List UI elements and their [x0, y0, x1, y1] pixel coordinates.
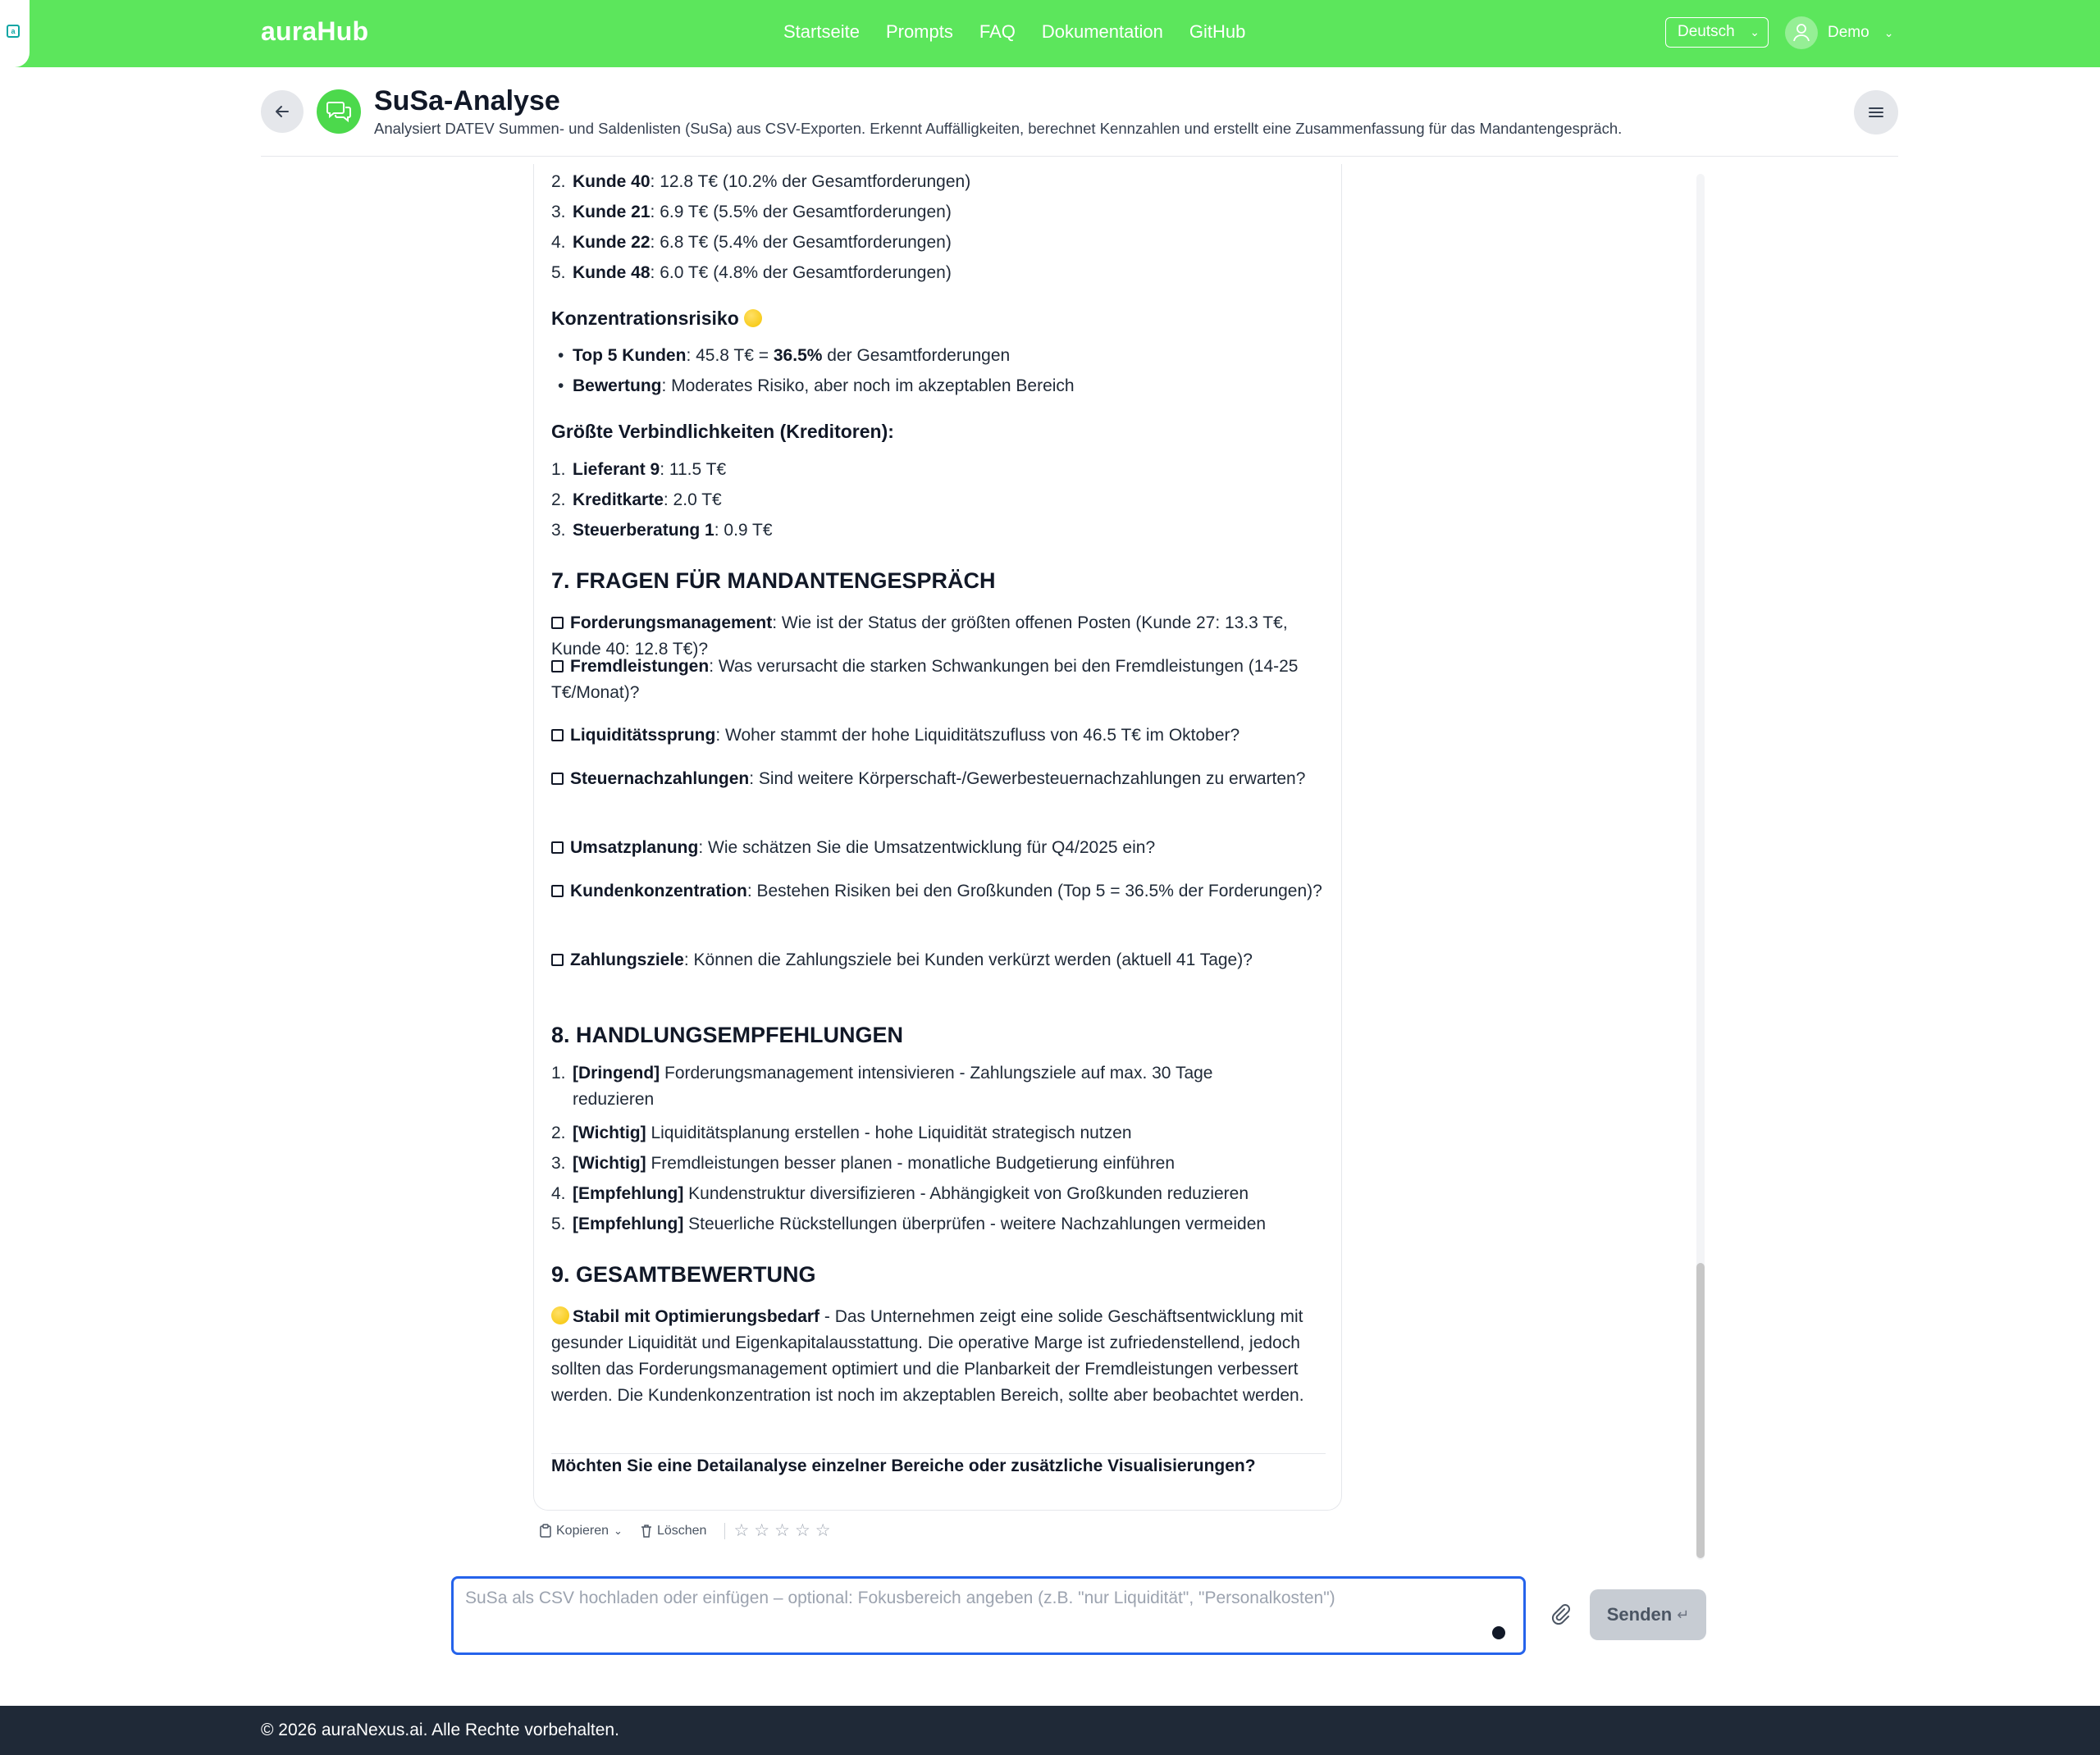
language-value: Deutsch [1678, 23, 1735, 40]
question-item: Liquiditätssprung: Woher stammt der hohe… [551, 723, 1326, 749]
nav-link-faq[interactable]: FAQ [979, 21, 1016, 43]
assistant-message: 2. Kunde 40: 12.8 T€ (10.2% der Gesamtfor… [533, 164, 1342, 1511]
list-item: 2. [Wichtig] Liquiditätsplanung erstellen… [551, 1124, 1132, 1142]
yellow-circle-icon [551, 1306, 569, 1324]
checkbox-icon [551, 617, 564, 629]
question-item: Kundenkonzentration: Bestehen Risiken be… [551, 878, 1326, 905]
send-label: Senden [1606, 1604, 1673, 1625]
star-icon[interactable]: ☆ [733, 1520, 749, 1541]
message-composer [451, 1576, 1526, 1655]
message-actions: Kopieren ⌄ Löschen ☆ ☆ ☆ ☆ ☆ [540, 1520, 831, 1541]
chat-app-icon [317, 89, 361, 134]
nav-link-prompts[interactable]: Prompts [886, 21, 953, 43]
paperclip-icon[interactable] [1549, 1602, 1573, 1627]
list-item: 3. Steuerberatung 1: 0.9 T€ [551, 521, 773, 540]
list-item: 5. Kunde 48: 6.0 T€ (4.8% der Gesamtforde… [551, 263, 952, 282]
nav-link-dokumentation[interactable]: Dokumentation [1042, 21, 1163, 43]
section-heading: 7. FRAGEN FÜR MANDANTENGESPRÄCH [551, 568, 996, 593]
nav-link-startseite[interactable]: Startseite [783, 21, 860, 43]
app-favicon-icon: a [7, 25, 20, 38]
list-item: 4. Kunde 22: 6.8 T€ (5.4% der Gesamtforde… [551, 233, 952, 252]
star-icon[interactable]: ☆ [795, 1520, 810, 1541]
avatar [1785, 16, 1818, 49]
list-item: 2. Kreditkarte: 2.0 T€ [551, 490, 722, 509]
checkbox-icon [551, 841, 564, 854]
yellow-circle-icon [744, 309, 763, 327]
chat-scrollbar-thumb[interactable] [1696, 1263, 1705, 1558]
delete-button[interactable]: Löschen [641, 1523, 707, 1538]
copy-button[interactable]: Kopieren ⌄ [540, 1524, 623, 1538]
enter-key-icon: ↵ [1677, 1606, 1690, 1623]
checkbox-icon [551, 660, 564, 672]
section-heading: Konzentrationsrisiko [551, 308, 765, 330]
nav-link-github[interactable]: GitHub [1189, 21, 1245, 43]
list-item: 2. Kunde 40: 12.8 T€ (10.2% der Gesamtfor… [551, 172, 971, 191]
window-corner: a [0, 0, 30, 67]
chat-bubbles-icon [326, 102, 351, 123]
list-item: 3. [Wichtig] Fremdleistungen besser plane… [551, 1154, 1176, 1173]
trash-icon [641, 1525, 651, 1538]
list-item: 5. [Empfehlung] Steuerliche Rückstellunge… [551, 1215, 1267, 1233]
clipboard-icon [540, 1524, 551, 1538]
user-menu[interactable]: Demo ⌄ [1785, 16, 1893, 49]
star-icon[interactable]: ☆ [774, 1520, 790, 1541]
actions-separator [724, 1522, 726, 1539]
chevron-down-icon: ⌄ [1750, 25, 1760, 39]
arrow-left-icon [276, 106, 289, 117]
language-select[interactable]: Deutsch ⌄ [1665, 17, 1769, 48]
question-item: Steuernachzahlungen: Sind weitere Körper… [551, 766, 1326, 792]
list-item: Top 5 Kunden: 45.8 T€ = 36.5% der Gesamt… [551, 346, 1010, 366]
section-heading: Größte Verbindlichkeiten (Kreditoren): [551, 421, 894, 442]
main-nav: Startseite Prompts FAQ Dokumentation Git… [783, 21, 1245, 43]
star-icon[interactable]: ☆ [815, 1520, 831, 1541]
message-divider [551, 1453, 1326, 1454]
list-item: 4. [Empfehlung] Kundenstruktur diversifiz… [551, 1184, 1249, 1203]
list-item: 1. Lieferant 9: 11.5 T€ [551, 460, 727, 479]
overall-assessment: Stabil mit Optimierungsbedarf - Das Unte… [551, 1306, 1304, 1405]
send-button[interactable]: Senden ↵ [1590, 1589, 1706, 1640]
user-icon [1793, 24, 1810, 42]
question-item: Fremdleistungen: Was verursacht die star… [551, 657, 1299, 702]
checkbox-icon [551, 773, 564, 785]
copyright-text: © 2026 auraNexus.ai. Alle Rechte vorbeha… [261, 1721, 619, 1739]
checkbox-icon [551, 729, 564, 741]
chevron-down-icon[interactable]: ⌄ [614, 1525, 623, 1538]
top-navbar: a auraHub Startseite Prompts FAQ Dokumen… [0, 0, 2100, 67]
section-heading: 8. HANDLUNGSEMPFEHLUNGEN [551, 1023, 904, 1047]
closing-question: Möchten Sie eine Detailanalyse einzelner… [551, 1456, 1256, 1475]
copy-label: Kopieren [556, 1523, 609, 1538]
question-item: Umsatzplanung: Wie schätzen Sie die Umsa… [551, 835, 1326, 861]
delete-label: Löschen [656, 1523, 707, 1538]
star-icon[interactable]: ☆ [754, 1520, 769, 1541]
page-description: Analysiert DATEV Summen- und Saldenliste… [374, 120, 1623, 137]
question-item: Zahlungsziele: Können die Zahlungsziele … [551, 947, 1326, 973]
section-heading: 9. GESAMTBEWERTUNG [551, 1262, 816, 1287]
list-item: 1. [Dringend] Forderungsmanagement intens… [551, 1064, 1213, 1083]
brand-logo[interactable]: auraHub [261, 16, 368, 47]
recording-dot-icon[interactable] [1492, 1626, 1505, 1639]
list-item: 3. Kunde 21: 6.9 T€ (5.5% der Gesamtforde… [551, 203, 952, 221]
chevron-down-icon: ⌄ [1883, 25, 1894, 39]
header-divider [261, 156, 1898, 157]
list-item: Bewertung: Moderates Risiko, aber noch i… [551, 376, 1075, 396]
menu-button[interactable] [1854, 90, 1898, 134]
back-button[interactable] [261, 90, 304, 133]
star-rating: ☆ ☆ ☆ ☆ ☆ [733, 1520, 830, 1541]
page-title: SuSa-Analyse [374, 85, 560, 116]
page-footer: © 2026 auraNexus.ai. Alle Rechte vorbeha… [0, 1706, 2100, 1755]
hamburger-icon [1869, 107, 1883, 117]
checkbox-icon [551, 885, 564, 897]
checkbox-icon [551, 954, 564, 966]
list-item-continuation: reduzieren [573, 1090, 655, 1109]
message-input[interactable] [465, 1589, 1499, 1638]
user-name: Demo [1828, 24, 1869, 41]
